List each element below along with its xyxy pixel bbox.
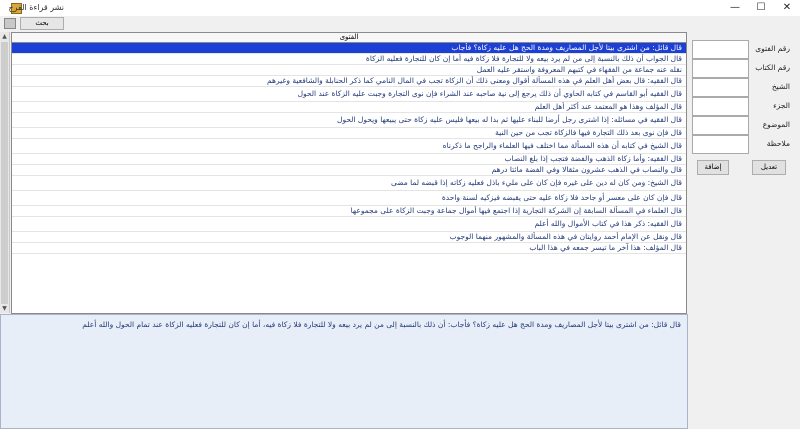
edit-button[interactable]: تعديل — [752, 160, 786, 175]
grid-row[interactable]: قال الفقيه: ذكر هذا في كتاب الأموال والل… — [12, 217, 686, 232]
grid-row[interactable]: قال الشيخ في كتابه أن هذه المسألة مما اخ… — [12, 139, 686, 154]
fatwa-detail-text: قال قائل: من اشترى بيتا لأجل المصاريف وم… — [82, 320, 681, 329]
fatwa-detail-panel[interactable]: قال قائل: من اشترى بيتا لأجل المصاريف وم… — [0, 314, 688, 429]
grid-row[interactable]: قال قائل: من اشترى بيتا لأجل المصاريف وم… — [12, 43, 686, 54]
fatwa-number-field[interactable] — [692, 40, 749, 59]
save-icon[interactable] — [4, 18, 16, 29]
topic-field[interactable] — [692, 116, 749, 135]
grid-row[interactable]: قال الفقيه أبو القاسم في كتابه الحاوي أن… — [12, 87, 686, 102]
grid-row[interactable]: قال الفقيه: قال بعض أهل العلم في هذه الم… — [12, 76, 686, 87]
part-field[interactable] — [692, 97, 749, 116]
scroll-thumb[interactable] — [1, 42, 8, 304]
book-number-field[interactable] — [692, 59, 749, 78]
sheikh-field[interactable] — [692, 78, 749, 97]
grid-row[interactable]: قال فإن نوى بعد ذلك التجارة فيها فالزكاة… — [12, 128, 686, 139]
minimize-button[interactable]: — — [722, 0, 748, 16]
grid-row[interactable]: قال الشيخ: ومن كان له دين على غيره فإن ك… — [12, 176, 686, 191]
toolbar: بحث — [0, 16, 800, 30]
grid-row[interactable]: قال ونقل عن الإمام أحمد روايتان في هذه ا… — [12, 232, 686, 243]
title-bar: نشر قراءة الفرح — ☐ ✕ — [0, 0, 800, 16]
maximize-button[interactable]: ☐ — [748, 0, 774, 16]
grid-row[interactable]: نقله عنه جماعة من الفقهاء في كتبهم المعر… — [12, 65, 686, 76]
window-title: نشر قراءة الفرح — [8, 3, 64, 12]
scroll-up-icon[interactable]: ▲ — [0, 32, 9, 41]
add-button[interactable]: إضافة — [697, 160, 729, 175]
grid-row[interactable]: قال المؤلف وهذا هو المعتمد عند أكثر أهل … — [12, 102, 686, 113]
note-field[interactable] — [692, 135, 749, 154]
vertical-scrollbar[interactable]: ▲ ▼ — [0, 32, 10, 313]
search-button[interactable]: بحث — [20, 17, 64, 30]
grid-row[interactable]: قال الفقيه في مسائله: إذا اشترى رجل أرضا… — [12, 113, 686, 128]
grid-row[interactable]: قال الجواب أن ذلك بالنسبة إلى من لم يرد … — [12, 54, 686, 65]
close-button[interactable]: ✕ — [774, 0, 800, 16]
grid-row[interactable]: قال فإن كان على معسر أو جاحد فلا زكاة عل… — [12, 191, 686, 206]
grid-row[interactable]: قال الفقيه: وأما زكاة الذهب والفضة فتجب … — [12, 154, 686, 165]
grid-row[interactable]: قال العلماء في المسألة السابقة إن الشركة… — [12, 206, 686, 217]
grid-row[interactable]: قال المؤلف: هذا آخر ما تيسر جمعه في هذا … — [12, 243, 686, 254]
fatwa-grid[interactable]: قال قائل: من اشترى بيتا لأجل المصاريف وم… — [11, 42, 687, 314]
grid-row[interactable]: قال والنصاب في الذهب عشرون مثقالا وفي ال… — [12, 165, 686, 176]
scroll-down-icon[interactable]: ▼ — [0, 304, 9, 313]
